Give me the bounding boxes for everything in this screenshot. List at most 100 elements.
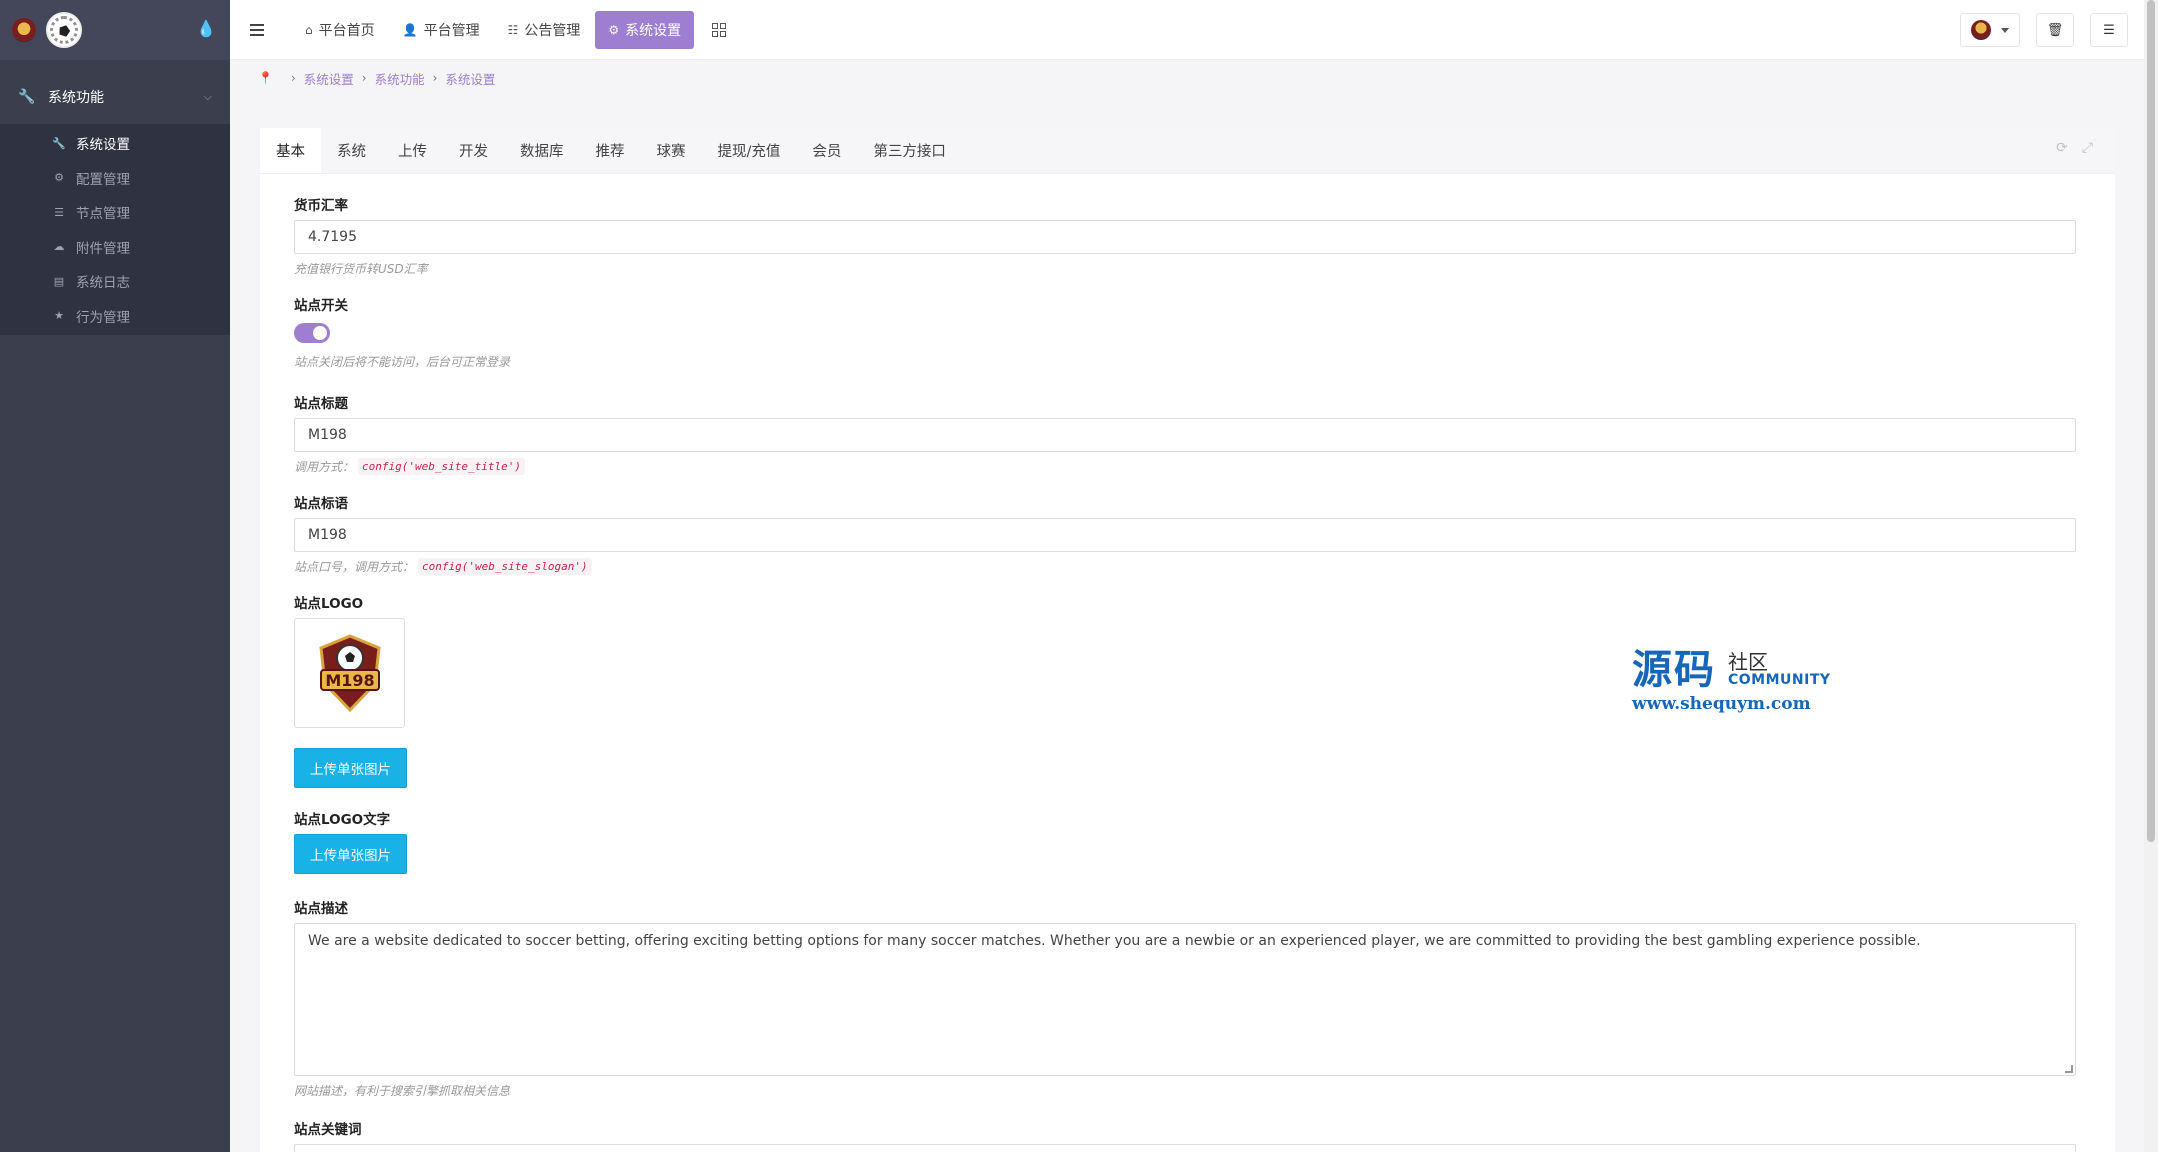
- sidebar-item-system-settings[interactable]: 🔧 系统设置: [0, 126, 230, 161]
- help-code: config('web_site_title'): [358, 458, 525, 475]
- theme-drop-icon[interactable]: 💧: [196, 21, 216, 37]
- watermark-small-text: 社区: [1728, 650, 1768, 674]
- tab-develop[interactable]: 开发: [443, 128, 504, 173]
- field-rate: 货币汇率 4.7195 充值银行货币转USD汇率: [294, 194, 2076, 277]
- help-text: 站点口号，调用方式：: [294, 560, 415, 574]
- field-label: 站点LOGO: [294, 596, 364, 612]
- map-marker-icon: 📍: [258, 71, 273, 85]
- home-icon: ⌂: [305, 22, 313, 37]
- tab-upload[interactable]: 上传: [382, 128, 443, 173]
- tab-basic[interactable]: 基本: [260, 128, 321, 173]
- field-site-keywords: 站点关键词: [294, 1118, 2076, 1152]
- sidebar-header: 💧: [0, 0, 230, 60]
- field-site-slogan: 站点标语 M198 站点口号，调用方式： config('web_site_sl…: [294, 492, 2076, 575]
- clear-cache-button[interactable]: 🗑: [2036, 13, 2074, 47]
- sidebar-item-label: 配置管理: [76, 171, 130, 188]
- site-description-textarea[interactable]: We are a website dedicated to soccer bet…: [294, 923, 2076, 1076]
- sidebar-group-label: 系统功能: [48, 90, 104, 106]
- field-help: 调用方式： config('web_site_title'): [294, 458, 2076, 475]
- sidebar-item-nodes[interactable]: ☰ 节点管理: [0, 195, 230, 230]
- list-alt-icon: ☷: [507, 22, 519, 37]
- site-keywords-input[interactable]: [294, 1144, 2076, 1152]
- field-help: 网站描述，有利于搜索引擎抓取相关信息: [294, 1084, 511, 1098]
- sidebar-item-label: 附件管理: [76, 240, 130, 257]
- help-text: 调用方式：: [294, 460, 355, 474]
- breadcrumb-item[interactable]: 系统功能: [375, 69, 425, 88]
- field-label: 站点关键词: [294, 1122, 362, 1138]
- tab-members[interactable]: 会员: [796, 128, 857, 173]
- breadcrumb-separator: ›: [361, 71, 367, 85]
- field-site-title: 站点标题 M198 调用方式： config('web_site_title'): [294, 392, 2076, 475]
- chevron-down-icon: ⌵: [203, 90, 212, 103]
- field-help: 站点口号，调用方式： config('web_site_slogan'): [294, 558, 2076, 575]
- sidebar-item-label: 系统设置: [76, 137, 130, 154]
- trash-icon: 🗑: [2046, 22, 2064, 38]
- field-site-switch: 站点开关 站点关闭后将不能访问，后台可正常登录: [294, 294, 2076, 370]
- wrench-icon: 🔧: [52, 136, 66, 150]
- watermark: 源码 社区 COMMUNITY www.shequym.com: [1632, 648, 1832, 718]
- topbar: ⌂ 平台首页 👤 平台管理 ☷ 公告管理 ⚙ 系统设置 🗑 ☰: [230, 0, 2158, 60]
- site-title-input[interactable]: M198: [294, 418, 2076, 452]
- upload-logo-button[interactable]: 上传单张图片: [294, 748, 407, 788]
- nav-label: 平台首页: [318, 22, 375, 39]
- logo-text: M198: [325, 671, 374, 690]
- upload-logo-text-button[interactable]: 上传单张图片: [294, 834, 407, 874]
- rate-input[interactable]: 4.7195: [294, 220, 2076, 254]
- field-label: 站点开关: [294, 298, 348, 314]
- site-slogan-input[interactable]: M198: [294, 518, 2076, 552]
- list-icon: ☰: [54, 205, 64, 219]
- breadcrumb-item[interactable]: 系统设置: [445, 69, 495, 88]
- soccer-ball-icon: [46, 12, 82, 48]
- tab-recommend[interactable]: 推荐: [580, 128, 641, 173]
- sidebar-item-logs[interactable]: ▤ 系统日志: [0, 264, 230, 299]
- cloud-icon: ☁: [53, 240, 65, 254]
- book-icon: ▤: [53, 274, 65, 288]
- field-site-description: 站点描述 We are a website dedicated to socce…: [294, 897, 2076, 1099]
- resize-grip-icon[interactable]: [2065, 1065, 2073, 1073]
- breadcrumb-item[interactable]: 系统设置: [304, 69, 354, 88]
- sidebar-item-actions[interactable]: ★ 行为管理: [0, 299, 230, 334]
- topbar-actions: 🗑 ☰: [1960, 13, 2128, 47]
- help-code: config('web_site_slogan'): [418, 558, 592, 575]
- sidebar-group-system[interactable]: 🔧 系统功能 ⌵: [0, 70, 230, 124]
- tab-system-settings[interactable]: ⚙ 系统设置: [595, 10, 695, 49]
- sidebar-item-label: 行为管理: [76, 309, 130, 326]
- user-menu-button[interactable]: [1960, 13, 2020, 47]
- refresh-icon[interactable]: ⟳: [2056, 140, 2068, 156]
- settings-panel-button[interactable]: ☰: [2090, 13, 2128, 47]
- tab-third-party[interactable]: 第三方接口: [857, 128, 962, 173]
- tab-platform-home[interactable]: ⌂ 平台首页: [292, 11, 388, 49]
- menu-toggle-icon[interactable]: [250, 23, 264, 36]
- site-logo-preview[interactable]: M198: [294, 618, 405, 728]
- tab-platform-manage[interactable]: 👤 平台管理: [390, 11, 493, 49]
- tab-announcement-manage[interactable]: ☷ 公告管理: [495, 11, 594, 49]
- sidebar-item-config[interactable]: ⚙ 配置管理: [0, 161, 230, 196]
- page-scrollbar[interactable]: [2144, 0, 2158, 1152]
- tab-withdraw-recharge[interactable]: 提现/充值: [702, 128, 797, 173]
- nav-label: 平台管理: [423, 22, 480, 39]
- site-switch-toggle[interactable]: [294, 323, 330, 343]
- breadcrumb: 📍 › 系统设置 › 系统功能 › 系统设置: [258, 69, 495, 88]
- field-label: 站点标语: [294, 496, 348, 512]
- list-settings-icon: ☰: [2103, 22, 2115, 38]
- fullscreen-icon[interactable]: ⤢: [2082, 140, 2093, 156]
- scrollbar-thumb[interactable]: [2147, 0, 2155, 842]
- tab-matches[interactable]: 球赛: [641, 128, 702, 173]
- breadcrumb-separator: ›: [290, 71, 296, 85]
- watermark-side: 社区 COMMUNITY: [1728, 652, 1831, 688]
- sidebar-item-label: 节点管理: [76, 206, 130, 223]
- field-label: 货币汇率: [294, 198, 348, 214]
- gear-icon: ⚙: [608, 22, 620, 37]
- club-badge-logo[interactable]: [12, 18, 36, 42]
- avatar: [1971, 20, 1991, 40]
- field-help: 站点关闭后将不能访问，后台可正常登录: [294, 355, 511, 369]
- field-site-logo-text: 站点LOGO文字 上传单张图片: [294, 808, 2076, 874]
- tab-database[interactable]: 数据库: [504, 128, 580, 173]
- apps-grid-icon[interactable]: [712, 22, 727, 37]
- field-label: 站点标题: [294, 396, 348, 412]
- wrench-icon: 🔧: [18, 89, 36, 105]
- sidebar: 💧 🔧 系统功能 ⌵ 🔧 系统设置 ⚙ 配置管理 ☰ 节点管理 ☁ 附件管理 ▤…: [0, 0, 230, 1152]
- sidebar-item-attachments[interactable]: ☁ 附件管理: [0, 230, 230, 265]
- sidebar-submenu: 🔧 系统设置 ⚙ 配置管理 ☰ 节点管理 ☁ 附件管理 ▤ 系统日志 ★ 行为管…: [0, 124, 230, 335]
- tab-system[interactable]: 系统: [321, 128, 382, 173]
